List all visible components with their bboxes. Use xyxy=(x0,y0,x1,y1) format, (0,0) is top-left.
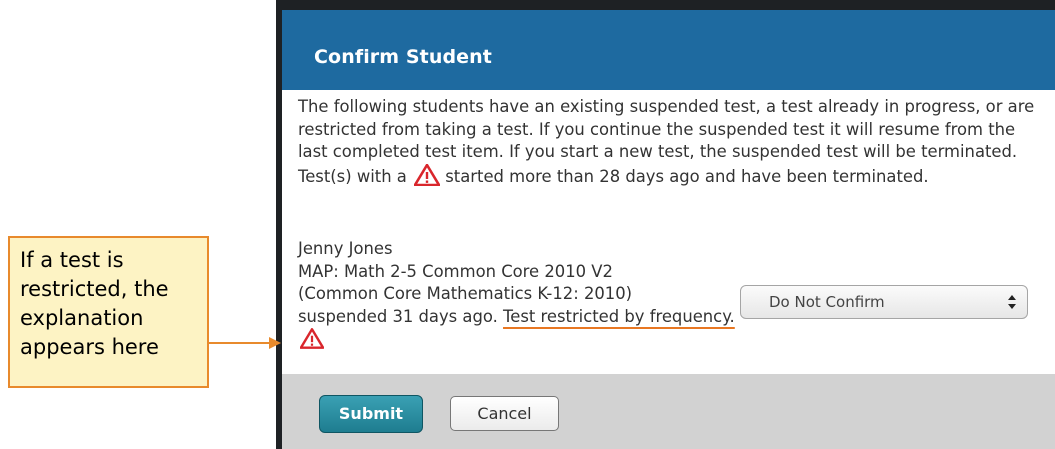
callout-arrow-icon xyxy=(209,337,281,349)
dialog-footer: Submit Cancel xyxy=(282,374,1055,449)
dialog-body: The following students have an existing … xyxy=(282,90,1055,374)
intro-text: The following students have an existing … xyxy=(298,96,1038,188)
warning-triangle-icon xyxy=(300,328,324,349)
dialog-header: Confirm Student xyxy=(282,10,1055,90)
student-test-name: MAP: Math 2-5 Common Core 2010 V2 xyxy=(298,261,613,281)
student-name: Jenny Jones xyxy=(298,239,393,258)
intro-text-part-2: started more than 28 days ago and have b… xyxy=(440,166,929,186)
student-test-status-line: suspended 31 days ago. Test restricted b… xyxy=(298,306,738,352)
annotation-callout: If a test is restricted, the explanation… xyxy=(8,236,209,388)
student-entry: Jenny Jones MAP: Math 2-5 Common Core 20… xyxy=(298,238,738,352)
confirm-select-value: Do Not Confirm xyxy=(769,293,885,311)
confirm-student-dialog: Confirm Student The following students h… xyxy=(276,0,1055,449)
cancel-button[interactable]: Cancel xyxy=(450,396,559,431)
student-test-status: suspended 31 days ago. xyxy=(298,306,504,326)
up-down-arrows-icon xyxy=(1008,295,1016,309)
dialog-title: Confirm Student xyxy=(314,46,492,68)
student-test-standard: (Common Core Mathematics K-12: 2010) xyxy=(298,284,633,303)
submit-button[interactable]: Submit xyxy=(319,395,423,433)
restriction-explanation: Test restricted by frequency. xyxy=(503,306,735,326)
confirm-select[interactable]: Do Not Confirm xyxy=(740,285,1028,319)
warning-triangle-icon xyxy=(414,163,441,186)
